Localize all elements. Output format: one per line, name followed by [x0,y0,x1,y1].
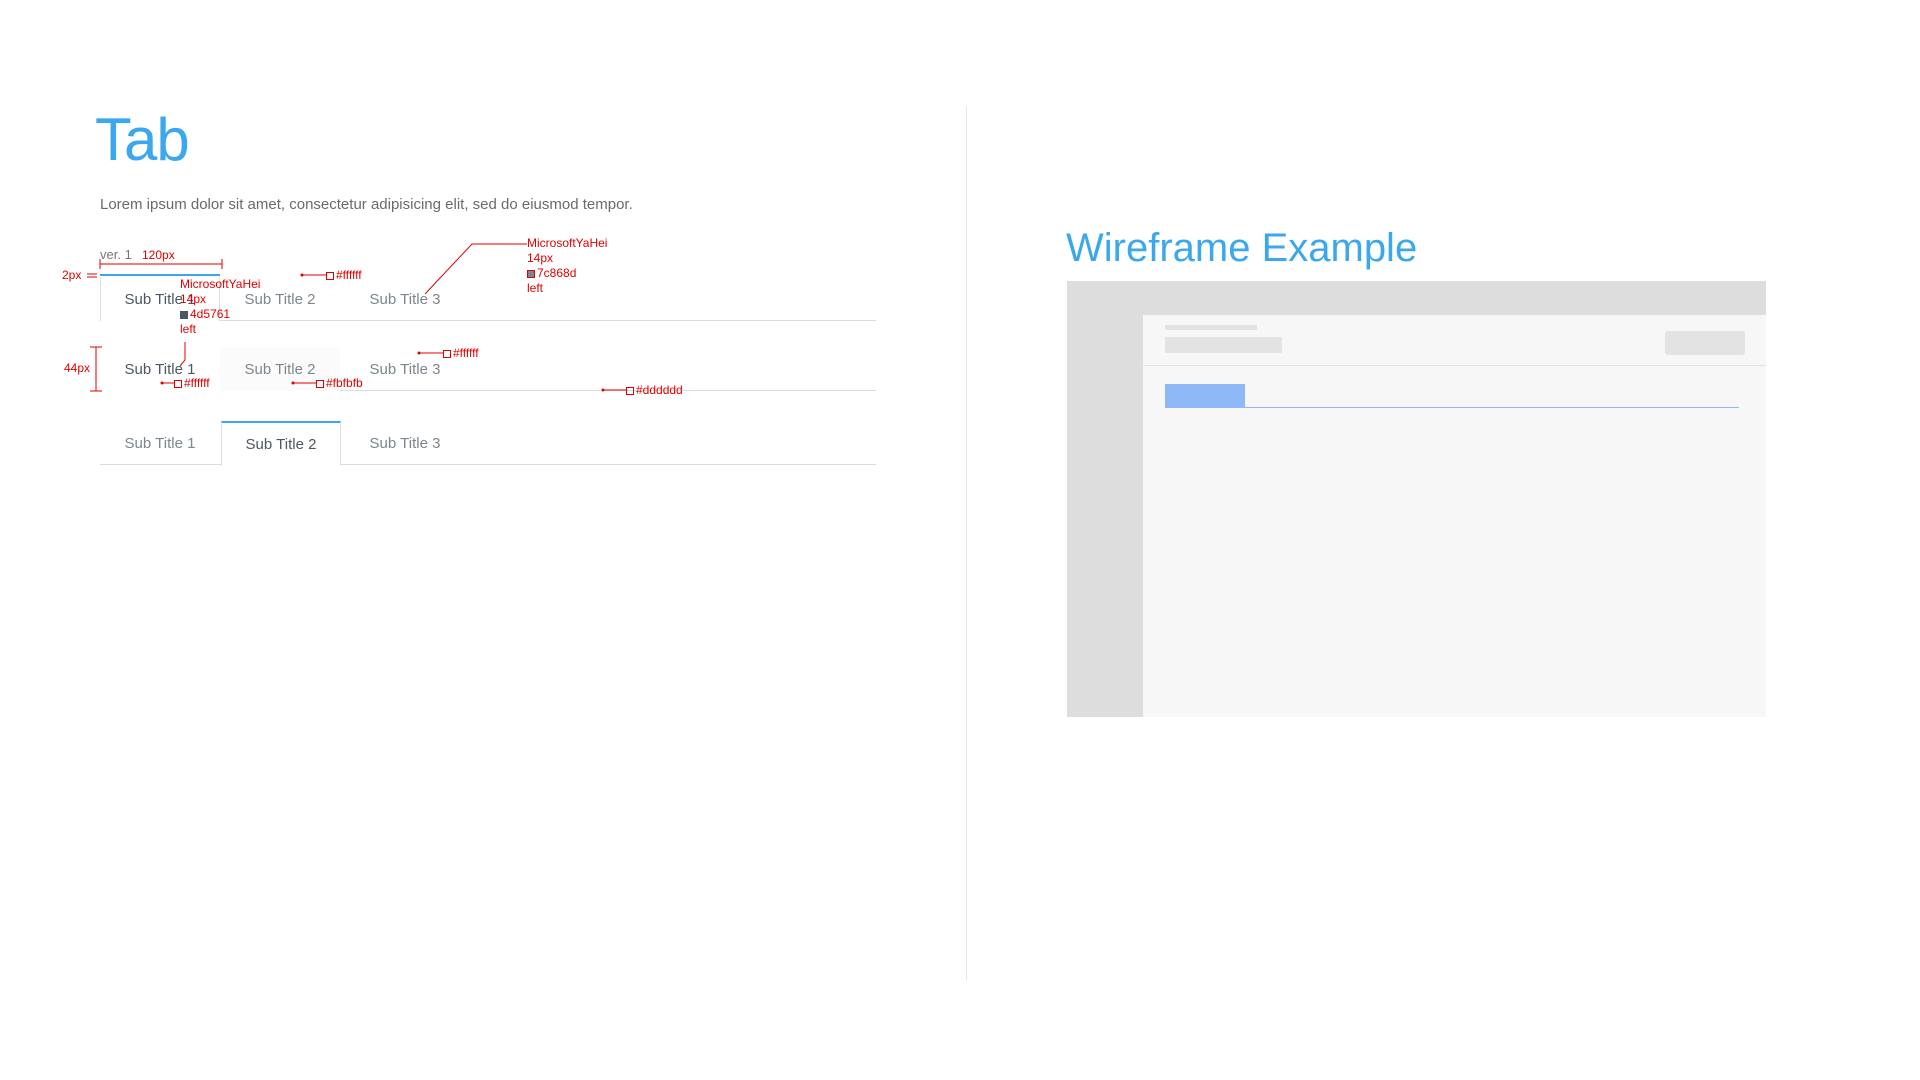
wireframe-content [1143,315,1766,717]
font-color: 4d5761 [190,307,231,321]
color-value: #dddddd [636,383,683,397]
wireframe-tab-baseline [1245,407,1739,408]
annotation-font-inactive: MicrosoftYaHei 14px 7c868d left [527,236,607,296]
color-swatch [527,270,535,278]
color-swatch [443,350,451,358]
font-family: MicrosoftYaHei [180,277,261,291]
annotation-border-height: 2px [62,268,82,282]
text-align: left [180,322,197,336]
wireframe-header-separator [1143,365,1766,366]
annotation-font-active: MicrosoftYaHei 14px 4d5761 left [180,277,260,337]
annotation-border-color: #dddddd [626,383,683,398]
font-family: MicrosoftYaHei [527,236,608,250]
font-size: 14px [527,251,554,265]
annotation-bg-white-1: #ffffff [326,268,362,283]
color-swatch [626,387,634,395]
wireframe-preview [1067,281,1766,717]
wireframe-button-placeholder [1665,331,1745,355]
color-swatch [180,311,188,319]
annotation-bg-hover: #fbfbfb [316,376,363,391]
color-value: #fbfbfb [326,376,363,390]
annotation-lines [87,243,626,392]
tab-label: Sub Title 2 [245,436,317,453]
section-divider [966,106,967,980]
wireframe-breadcrumb-placeholder [1165,325,1257,330]
wireframe-title: Wireframe Example [1066,226,1418,270]
color-swatch [174,380,182,388]
color-value: #ffffff [453,346,479,360]
color-value: #ffffff [336,268,362,282]
wireframe-active-tab [1165,384,1245,408]
font-color: 7c868d [537,266,577,280]
color-swatch [326,272,334,280]
wireframe-heading-placeholder [1165,337,1282,353]
text-align: left [527,281,544,295]
annotation-width: 120px [142,248,175,262]
annotation-tab-height: 44px [64,361,91,375]
tab-sub-title-2[interactable]: Sub Title 2 [221,421,341,466]
font-size: 14px [180,292,207,306]
annotation-bg-white-2: #ffffff [443,346,479,361]
color-swatch [316,380,324,388]
annotation-bg-white-3: #ffffff [174,376,210,391]
wireframe-sidebar [1067,315,1143,717]
color-value: #ffffff [184,376,210,390]
wireframe-topbar [1067,281,1766,315]
